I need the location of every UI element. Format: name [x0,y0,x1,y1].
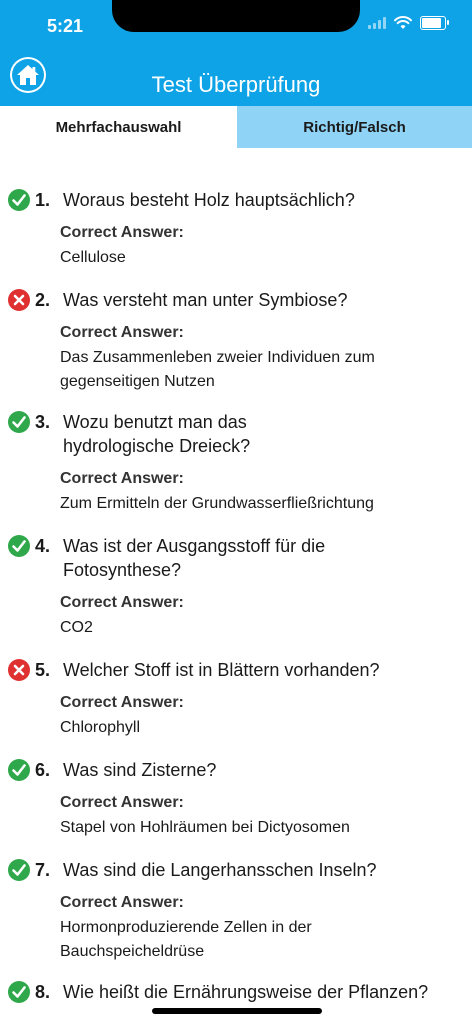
correct-answer-label: Correct Answer: [60,694,184,711]
check-icon [8,535,30,557]
correct-answer-value: Stapel von Hohlräumen bei Dictyosomen [60,819,350,836]
question-item: 5. Welcher Stoff ist in Blättern vorhand… [8,658,464,740]
check-icon [8,411,30,433]
check-icon [8,189,30,211]
battery-icon [420,16,449,30]
correct-answer-label: Correct Answer: [60,324,184,341]
question-text: Wie heißt die Ernährungsweise der Pflanz… [63,982,429,1002]
correct-answer-label: Correct Answer: [60,470,184,487]
check-icon [8,759,30,781]
wifi-icon [394,16,412,29]
question-text: Welcher Stoff ist in Blättern vorhanden? [63,660,380,680]
correct-answer-label: Correct Answer: [60,594,184,611]
status-icons [368,16,449,30]
question-item: 6. Was sind Zisterne? Correct Answer: St… [8,758,464,840]
correct-answer-value: Chlorophyll [60,719,141,736]
correct-answer-label: Correct Answer: [60,894,184,911]
question-item: 7. Was sind die Langerhansschen Inseln? … [8,858,464,964]
question-text: Was sind Zisterne? [63,760,217,780]
tab-bar: Mehrfachauswahl Richtig/Falsch [0,106,472,148]
correct-answer-value: CO2 [60,619,93,636]
page-title: Test Überprüfung [151,72,321,97]
tab-richtig-falsch[interactable]: Richtig/Falsch [237,106,472,148]
status-time: 5:21 [47,16,84,36]
cross-icon [8,659,30,681]
tab-mehrfachauswahl[interactable]: Mehrfachauswahl [0,106,237,148]
check-icon [8,981,30,1003]
home-indicator[interactable] [152,1008,322,1014]
question-text: Was sind die Langerhansschen Inseln? [63,860,377,880]
correct-answer-value: Zum Ermitteln der Grundwasserfließrichtu… [60,495,374,512]
question-number: 3. [35,412,51,432]
app-header: 5:21 Test Überprüfung [0,0,472,106]
question-text: Was versteht man unter Symbiose? [63,290,348,310]
question-number: 1. [35,190,51,210]
correct-answer-label: Correct Answer: [60,224,184,241]
question-text: Woraus besteht Holz hauptsächlich? [63,190,355,210]
question-number: 5. [35,660,51,680]
cross-icon [8,289,30,311]
question-number: 2. [35,290,51,310]
question-text: Wozu benutzt man das hydrologische Dreie… [63,412,251,456]
cellular-signal-icon [368,17,386,29]
correct-answer-value: Cellulose [60,249,126,266]
question-number: 4. [35,536,51,556]
correct-answer-value: Das Zusammenleben zweier Individuen zum … [60,349,375,390]
question-number: 8. [35,982,51,1002]
question-text: Was ist der Ausgangsstoff für die Fotosy… [63,536,326,580]
device-notch [112,0,360,32]
question-item: 1. Woraus besteht Holz hauptsächlich? Co… [8,188,464,270]
check-icon [8,859,30,881]
question-item: 2. Was versteht man unter Symbiose? Corr… [8,288,464,394]
correct-answer-value: Hormonproduzierende Zellen in der Bauchs… [60,919,312,960]
question-item: 8. Wie heißt die Ernährungsweise der Pfl… [8,980,464,1004]
correct-answer-label: Correct Answer: [60,794,184,811]
question-item: 4. Was ist der Ausgangsstoff für die Fot… [8,534,464,640]
question-number: 6. [35,760,51,780]
question-item: 3. Wozu benutzt man das hydrologische Dr… [8,410,464,516]
question-number: 7. [35,860,51,880]
